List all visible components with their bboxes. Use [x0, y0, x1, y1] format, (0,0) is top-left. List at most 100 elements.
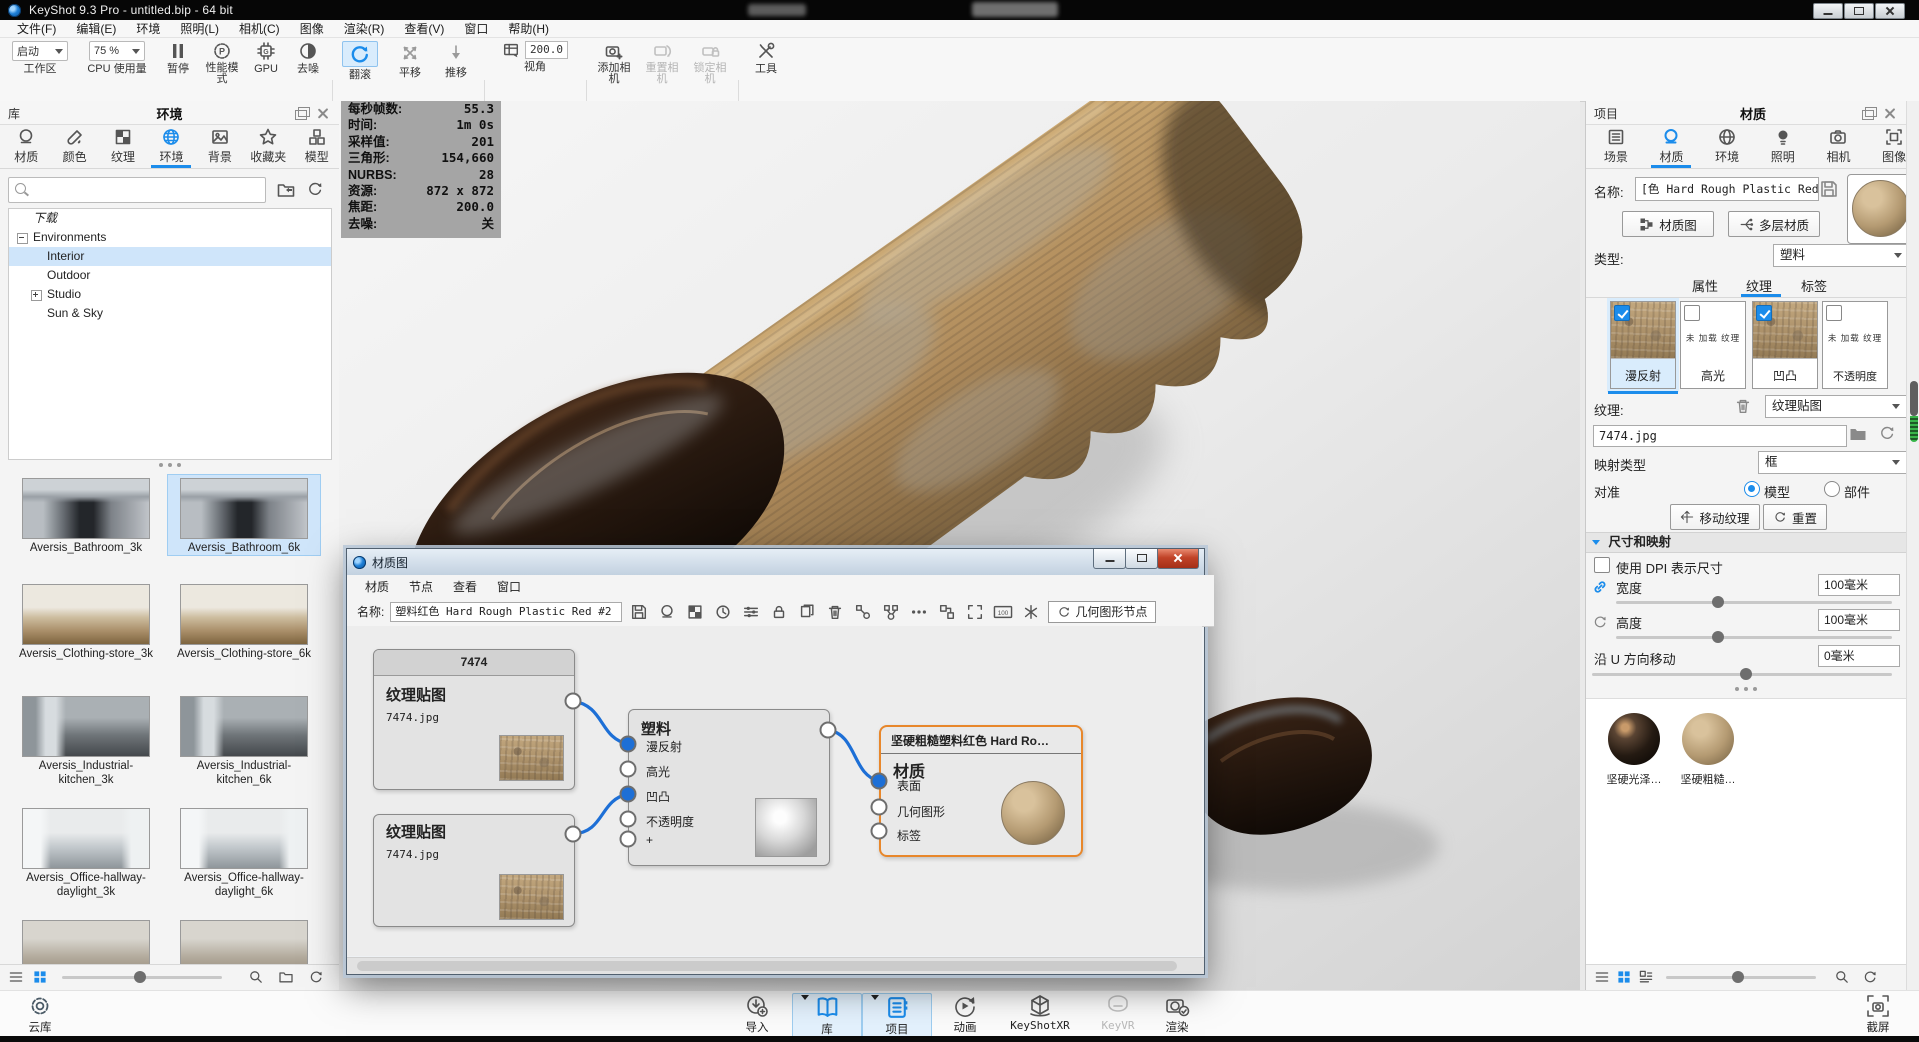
tree-item-studio[interactable]: Studio	[9, 285, 331, 304]
tab-material[interactable]: 材质	[1648, 124, 1694, 168]
reset-camera-button[interactable]: 重置相机	[642, 41, 682, 85]
environment-thumbnail-selected[interactable]: Aversis_Bathroom_6k	[167, 474, 321, 556]
history-icon[interactable]	[712, 601, 734, 623]
delete-texture-icon[interactable]	[1734, 397, 1752, 415]
slider-thumb[interactable]	[134, 971, 146, 983]
graph-horizontal-scrollbar[interactable]	[347, 957, 1204, 974]
panel-splitter[interactable]	[0, 463, 339, 467]
menu-view[interactable]: 查看(V)	[395, 20, 453, 37]
tools-button[interactable]: 工具	[746, 41, 786, 75]
list-view-icon[interactable]	[8, 969, 24, 985]
reset-button[interactable]: 重置	[1763, 504, 1827, 530]
preset-size-slider[interactable]	[1666, 971, 1816, 983]
gpu-button[interactable]: G GPU	[248, 41, 284, 75]
grid-view-icon[interactable]	[1616, 969, 1632, 985]
plastic-node[interactable]: 塑料 漫反射 高光 凹凸 不透明度 +	[628, 709, 830, 866]
environment-thumbnail[interactable]: Aversis_Clothing-store_6k	[168, 581, 320, 661]
tab-scene[interactable]: 场景	[1593, 124, 1639, 168]
menu-file[interactable]: 文件(F)	[8, 20, 65, 37]
dock-project[interactable]: 项目	[862, 993, 932, 1039]
environment-thumbnail[interactable]: Aversis_Bathroom_3k	[10, 475, 162, 555]
height-slider[interactable]	[1616, 631, 1892, 643]
maximize-button[interactable]	[1844, 3, 1874, 19]
graph-menu-view[interactable]: 查看	[445, 578, 485, 595]
tumble-button[interactable]: 翻滚	[338, 41, 382, 81]
lock-camera-button[interactable]: 锁定相机	[690, 41, 730, 85]
lock-icon[interactable]	[768, 601, 790, 623]
slot-checkbox[interactable]	[1756, 305, 1772, 321]
show-connections-icon[interactable]	[908, 601, 930, 623]
tab-models[interactable]: 模型	[294, 124, 340, 168]
align-model-radio[interactable]	[1744, 481, 1760, 497]
refresh-icon[interactable]	[306, 180, 324, 198]
mapping-type-dropdown[interactable]: 框	[1758, 451, 1907, 474]
menu-environment[interactable]: 环境	[127, 20, 169, 37]
fit-view-icon[interactable]	[964, 601, 986, 623]
open-folder-icon[interactable]	[1848, 424, 1868, 444]
tab-textures[interactable]: 纹理	[100, 124, 146, 168]
split-view-icon[interactable]	[1020, 601, 1042, 623]
environment-thumbnail[interactable]	[168, 917, 320, 965]
preset-material-rough[interactable]	[1682, 713, 1734, 765]
geometry-node-button[interactable]: 几何图形节点	[1048, 600, 1157, 623]
pan-button[interactable]: 平移	[390, 41, 430, 79]
material-graph-canvas[interactable]: 7474 纹理贴图 7474.jpg 纹理贴图 7474.jpg 塑料 漫反射 …	[347, 626, 1202, 956]
fov-control[interactable]: 200.0 视角	[492, 41, 578, 73]
fov-value-field[interactable]: 200.0	[524, 41, 569, 59]
tab-environment[interactable]: 环境	[1704, 124, 1750, 168]
slot-checkbox[interactable]	[1614, 305, 1630, 321]
scrollbar-thumb[interactable]	[357, 961, 1177, 971]
menu-window[interactable]: 窗口	[455, 20, 497, 37]
menu-help[interactable]: 帮助(H)	[499, 20, 558, 37]
search-icon[interactable]	[1834, 969, 1850, 985]
subtab-labels[interactable]: 标签	[1801, 276, 1827, 295]
refresh-icon[interactable]	[1862, 969, 1878, 985]
menu-render[interactable]: 渲染(R)	[335, 20, 394, 37]
project-scrollbar[interactable]	[1906, 101, 1919, 990]
environment-thumbnail[interactable]	[10, 917, 162, 965]
thumbnail-size-slider[interactable]	[62, 971, 222, 983]
slider-thumb[interactable]	[1712, 596, 1724, 608]
tree-item-sun-sky[interactable]: Sun & Sky	[9, 304, 331, 323]
close-panel-icon[interactable]	[315, 105, 331, 121]
scrollbar-thumb[interactable]	[1909, 381, 1918, 416]
denoise-button[interactable]: 去噪	[290, 41, 326, 75]
material-root-node[interactable]: 坚硬粗糙塑料红色 Hard Ro… 材质 表面 几何图形 标签	[879, 725, 1083, 857]
save-icon[interactable]	[628, 601, 650, 623]
dock-animation[interactable]: 动画	[940, 993, 990, 1035]
environment-thumbnail[interactable]: Aversis_Industrial-kitchen_6k	[168, 693, 320, 787]
dock-import[interactable]: 导入	[733, 993, 781, 1035]
texture-slot-opacity[interactable]: 未 加载 纹理 不透明度	[1822, 301, 1888, 389]
graph-menu-material[interactable]: 材质	[357, 578, 397, 595]
tree-item-interior[interactable]: Interior	[9, 247, 331, 266]
menu-lighting[interactable]: 照明(L)	[171, 20, 228, 37]
graph-menu-window[interactable]: 窗口	[489, 578, 529, 595]
ungroup-nodes-icon[interactable]	[880, 601, 902, 623]
arrange-nodes-icon[interactable]	[936, 601, 958, 623]
folder-icon[interactable]	[278, 969, 294, 985]
group-nodes-icon[interactable]	[852, 601, 874, 623]
adjust-icon[interactable]	[740, 601, 762, 623]
panel-splitter[interactable]	[1586, 687, 1906, 691]
refresh-icon[interactable]	[308, 969, 324, 985]
dock-keyvr[interactable]: KeyVR	[1088, 993, 1148, 1032]
material-ball-icon[interactable]	[656, 601, 678, 623]
material-graph-button[interactable]: 材质图	[1622, 211, 1714, 237]
close-button[interactable]	[1157, 549, 1199, 569]
material-type-dropdown[interactable]: 塑料	[1773, 244, 1909, 267]
grid-view-icon[interactable]	[32, 969, 48, 985]
environment-thumbnail[interactable]: Aversis_Industrial-kitchen_3k	[10, 693, 162, 787]
width-field[interactable]: 100毫米	[1818, 574, 1900, 596]
dock-keyshotxr[interactable]: KeyShotXR	[1000, 993, 1080, 1032]
list-view-icon[interactable]	[1594, 969, 1610, 985]
float-panel-icon[interactable]	[293, 105, 310, 121]
dock-screenshot[interactable]: 截屏	[1852, 993, 1904, 1035]
texture-slot-diffuse[interactable]: 漫反射	[1608, 301, 1678, 394]
tab-backplates[interactable]: 背景	[197, 124, 243, 168]
move-texture-button[interactable]: 移动纹理	[1670, 504, 1760, 530]
cpu-usage-dropdown[interactable]: 75 % CPU 使用量	[82, 41, 152, 75]
tree-item-environments[interactable]: Environments	[9, 228, 331, 247]
tab-camera[interactable]: 相机	[1815, 124, 1861, 168]
tree-item-outdoor[interactable]: Outdoor	[9, 266, 331, 285]
subtab-properties[interactable]: 属性	[1692, 276, 1718, 295]
